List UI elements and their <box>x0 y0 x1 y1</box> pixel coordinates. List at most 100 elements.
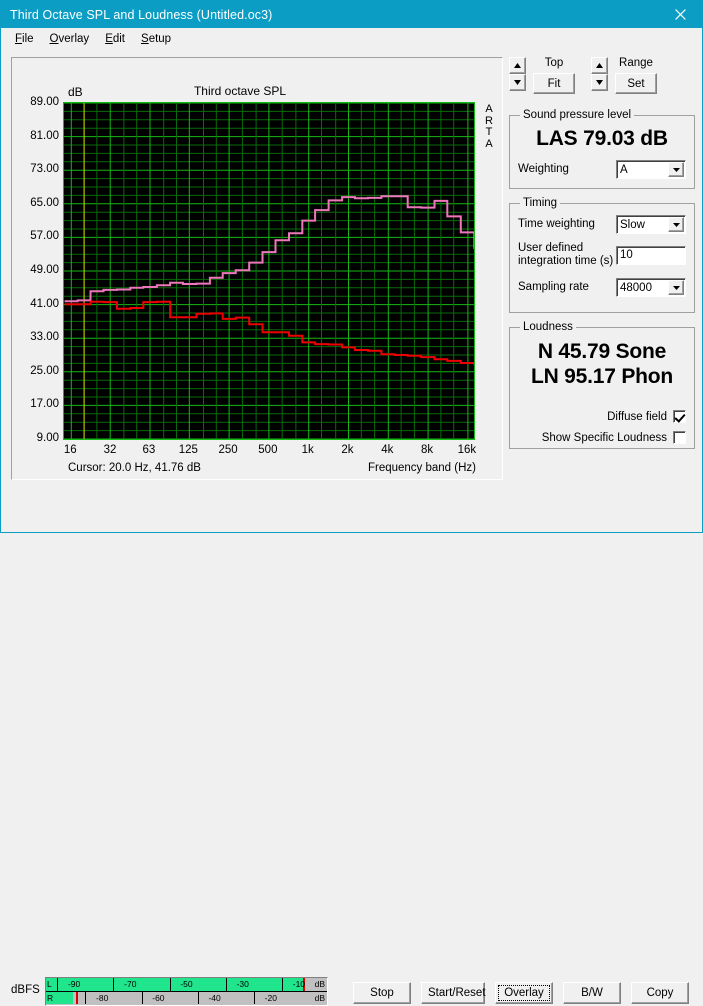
sound-pressure-level-group: Sound pressure level LAS 79.03 dB Weight… <box>509 109 695 189</box>
y-axis-labels: 9.00 17.00 25.00 33.00 41.00 49.00 57.00 65.00 7… <box>12 58 63 444</box>
stop-button[interactable]: Stop <box>353 982 411 1004</box>
arta-letter-a2: A <box>485 137 493 150</box>
level-meter-tick-mark <box>141 992 143 1004</box>
y-axis-tick-label: 41.00 <box>30 297 59 310</box>
integration-time-value: 10 <box>620 249 633 261</box>
level-meter-tick-label: -60 <box>152 993 165 1003</box>
range-spinner[interactable] <box>591 57 608 91</box>
sampling-rate-label: Sampling rate <box>518 281 589 293</box>
y-axis-tick-label: 57.00 <box>30 230 59 243</box>
plot-area[interactable] <box>63 102 488 440</box>
arta-watermark: A R T A <box>482 103 496 150</box>
set-button[interactable]: Set <box>615 73 657 94</box>
sampling-rate-select[interactable]: 48000 <box>616 278 686 297</box>
integration-time-input[interactable]: 10 <box>616 245 686 265</box>
level-meter-tick-mark <box>225 978 227 991</box>
integration-time-label: User defined integration time (s) <box>518 242 616 268</box>
level-meter-tick-label: -20 <box>264 993 277 1003</box>
window-title: Third Octave SPL and Loudness (Untitled.… <box>10 7 273 22</box>
level-meter-tick-label: -30 <box>236 979 249 989</box>
time-weighting-select[interactable]: Slow <box>616 215 686 234</box>
application-window: Third Octave SPL and Loudness (Untitled.… <box>0 0 703 1006</box>
x-axis-title: Frequency band (Hz) <box>367 462 476 474</box>
level-meter-right-peak <box>75 992 78 1004</box>
level-meter-tick-mark <box>113 978 115 991</box>
level-meter-tick-mark <box>57 978 59 991</box>
x-axis-tick-label: 125 <box>178 444 198 456</box>
x-axis-tick-label: 250 <box>218 444 238 456</box>
show-specific-loudness-checkbox[interactable] <box>673 431 686 444</box>
diffuse-field-label: Diffuse field <box>607 410 667 423</box>
weighting-label: Weighting <box>518 163 569 175</box>
x-axis-tick-label: 16k <box>457 444 477 456</box>
weighting-value: A <box>620 163 628 176</box>
top-control-group: Top Fit <box>509 57 575 94</box>
y-axis-tick-label: 9.00 <box>36 432 59 444</box>
x-axis-tick-label: 32 <box>103 444 117 456</box>
start-reset-button[interactable]: Start/Reset <box>421 982 486 1004</box>
range-control-group: Range Set <box>591 57 657 94</box>
arta-letter-a: A <box>485 103 493 115</box>
fit-button[interactable]: Fit <box>533 73 575 94</box>
level-meter-left-fill <box>46 978 304 991</box>
x-axis-tick-label: 63 <box>142 444 156 456</box>
top-spinner[interactable] <box>509 57 526 91</box>
loudness-group-legend: Loudness <box>523 321 573 333</box>
level-meter-tick-label: -40 <box>208 993 221 1003</box>
sampling-rate-value: 48000 <box>620 281 652 294</box>
menu-item-file-mnemonic: F <box>15 32 23 45</box>
level-meter-left-channel: L <box>47 979 52 989</box>
chevron-down-icon[interactable] <box>668 217 684 232</box>
copy-button[interactable]: Copy <box>631 982 689 1004</box>
range-spinner-up-button[interactable] <box>591 57 608 74</box>
level-meter-tick-mark <box>85 992 87 1004</box>
diffuse-field-checkbox[interactable] <box>673 410 686 423</box>
close-icon[interactable] <box>658 1 702 28</box>
y-axis-tick-label: 65.00 <box>30 196 59 209</box>
menu-item-overlay[interactable]: Overlay <box>42 31 98 47</box>
spl-reading: LAS 79.03 dB <box>536 127 668 150</box>
level-meter-right-channel: R <box>47 993 54 1003</box>
loudness-sone-reading: N 45.79 Sone <box>537 340 667 363</box>
dbfs-label: dBFS <box>11 984 40 996</box>
range-caption: Range <box>619 57 653 69</box>
timing-group: Timing Time weighting Slow User defined … <box>509 197 695 313</box>
action-button-row: Stop Start/Reset Overlay B/W Copy <box>353 982 689 1004</box>
range-spinner-down-button[interactable] <box>591 74 608 91</box>
level-meter-tick-label: -90 <box>67 979 81 989</box>
menu-item-edit-label: dit <box>112 32 126 45</box>
overlay-button[interactable]: Overlay <box>495 982 553 1004</box>
menu-item-edit[interactable]: Edit <box>97 31 133 47</box>
chart-title: Third octave SPL <box>193 84 287 98</box>
weighting-select[interactable]: A <box>616 160 686 179</box>
timing-group-legend: Timing <box>523 197 558 209</box>
menu-item-file[interactable]: File <box>7 31 42 47</box>
chart-panel: dB Third octave SPL 9.00 17.00 25.00 33.00 4… <box>11 57 503 480</box>
chevron-down-icon[interactable] <box>668 162 684 177</box>
chevron-down-icon[interactable] <box>668 280 684 295</box>
top-caption: Top <box>544 57 564 69</box>
integration-time-label-line2: integration time (s) <box>518 255 614 267</box>
top-spinner-down-button[interactable] <box>509 74 526 91</box>
loudness-phon-reading: LN 95.17 Phon <box>530 365 674 388</box>
scale-controls-row: Top Fit Range Set <box>509 57 695 102</box>
bw-button[interactable]: B/W <box>563 982 621 1004</box>
x-axis-labels: 16 32 63 125 250 500 1k 2k 4k 8k 16k <box>12 444 502 460</box>
show-specific-loudness-label: Show Specific Loudness <box>541 431 667 444</box>
spl-group-legend: Sound pressure level <box>523 109 632 121</box>
time-weighting-value: Slow <box>620 218 645 231</box>
time-weighting-label: Time weighting <box>518 218 595 230</box>
y-axis-tick-label: 25.00 <box>30 364 59 377</box>
x-axis-tick-label: 500 <box>258 444 278 456</box>
y-axis-tick-label: 49.00 <box>30 264 59 276</box>
level-meter-tick-mark <box>169 978 171 991</box>
menu-item-setup-mnemonic: S <box>141 32 149 45</box>
y-axis-tick-label: 89.00 <box>30 96 59 108</box>
y-axis-tick-label: 81.00 <box>30 129 59 142</box>
level-meter-tick-label: -10 <box>292 979 306 989</box>
loudness-group: Loudness N 45.79 Sone LN 95.17 Phon Diff… <box>509 321 695 449</box>
title-bar: Third Octave SPL and Loudness (Untitled.… <box>1 1 702 28</box>
menu-item-setup[interactable]: Setup <box>133 31 179 47</box>
y-axis-tick-label: 17.00 <box>30 398 59 411</box>
top-spinner-up-button[interactable] <box>509 57 526 74</box>
